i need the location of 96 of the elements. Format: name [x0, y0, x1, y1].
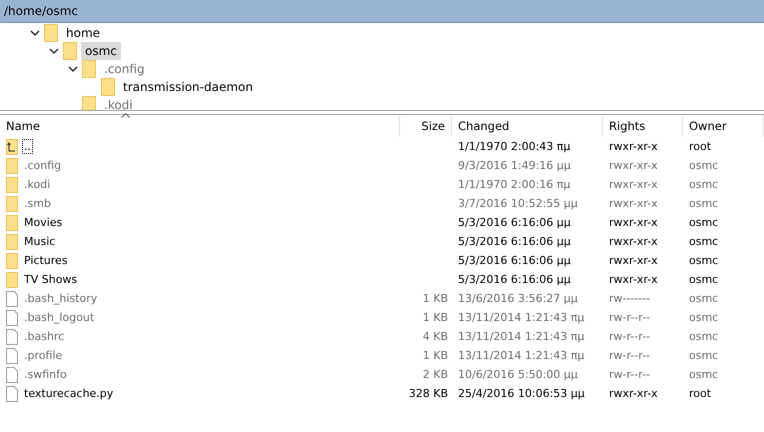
- chevron-icon[interactable]: [68, 64, 78, 74]
- table-cell: osmc: [689, 159, 718, 172]
- table-cell: osmc: [689, 254, 718, 267]
- table-cell: 5/3/2016 6:16:06 μμ: [458, 235, 571, 248]
- file-icon: [6, 290, 18, 306]
- file-icon: [6, 310, 18, 326]
- table-cell: 1/1/1970 2:00:43 πμ: [458, 140, 570, 153]
- file-name[interactable]: .swfinfo: [22, 367, 69, 382]
- tree-item[interactable]: .config: [100, 60, 149, 78]
- table-cell: osmc: [689, 216, 718, 229]
- file-icon: [6, 348, 18, 364]
- path-bar: /home/osmc: [0, 0, 764, 23]
- table-cell: rw-r--r--: [609, 311, 650, 324]
- table-cell: 13/11/2014 1:21:43 πμ: [458, 330, 584, 343]
- table-cell: osmc: [689, 273, 718, 286]
- table-cell: 1 KB: [422, 349, 448, 362]
- folder-icon: [6, 158, 18, 174]
- folder-icon: [82, 96, 96, 110]
- file-name[interactable]: .smb: [22, 196, 53, 211]
- parent-folder-icon: [6, 138, 18, 154]
- column-header[interactable]: Size: [400, 115, 452, 137]
- folder-icon: [6, 214, 18, 230]
- table-cell: root: [689, 140, 712, 153]
- file-name[interactable]: .bash_logout: [22, 310, 96, 325]
- table-cell: 10/6/2016 5:50:00 μμ: [458, 368, 578, 381]
- sort-caret-icon: [121, 113, 130, 118]
- folder-icon: [6, 176, 18, 192]
- table-cell: osmc: [689, 292, 718, 305]
- table-cell: rw-r--r--: [609, 330, 650, 343]
- file-name[interactable]: TV Shows: [22, 272, 80, 287]
- table-cell: osmc: [689, 197, 718, 210]
- file-name[interactable]: texturecache.py: [22, 386, 116, 401]
- table-cell: osmc: [689, 178, 718, 191]
- table-cell: 1 KB: [422, 292, 448, 305]
- table-cell: root: [689, 387, 712, 400]
- table-cell: rwxr-xr-x: [609, 140, 658, 153]
- table-cell: rwxr-xr-x: [609, 178, 658, 191]
- file-icon: [6, 366, 18, 382]
- folder-icon: [44, 24, 58, 42]
- table-cell: rwxr-xr-x: [609, 254, 658, 267]
- table-cell: 9/3/2016 1:49:16 μμ: [458, 159, 571, 172]
- table-cell: 5/3/2016 6:16:06 μμ: [458, 273, 571, 286]
- folder-icon: [6, 272, 18, 288]
- table-cell: rwxr-xr-x: [609, 159, 658, 172]
- table-cell: 1 KB: [422, 311, 448, 324]
- chevron-icon[interactable]: [30, 28, 40, 38]
- chevron-icon[interactable]: [49, 46, 59, 56]
- column-header[interactable]: Rights: [603, 115, 683, 137]
- folder-icon: [101, 78, 115, 96]
- table-cell: 13/11/2014 1:21:43 πμ: [458, 349, 584, 362]
- folder-icon: [6, 252, 18, 268]
- tree-item[interactable]: home: [62, 24, 104, 42]
- table-cell: rwxr-xr-x: [609, 216, 658, 229]
- table-cell: rw-r--r--: [609, 349, 650, 362]
- file-name[interactable]: Movies: [22, 215, 64, 230]
- table-cell: 1/1/1970 2:00:16 πμ: [458, 178, 570, 191]
- file-name[interactable]: Pictures: [22, 253, 70, 268]
- tree-item[interactable]: osmc: [81, 42, 121, 60]
- file-name[interactable]: .kodi: [22, 177, 52, 192]
- table-cell: 4 KB: [422, 330, 448, 343]
- column-header[interactable]: Changed: [452, 115, 603, 137]
- folder-icon: [6, 196, 18, 212]
- folder-icon: [82, 60, 96, 78]
- table-cell: 2 KB: [422, 368, 448, 381]
- table-cell: 3/7/2016 10:52:55 μμ: [458, 197, 578, 210]
- table-cell: 5/3/2016 6:16:06 μμ: [458, 216, 571, 229]
- table-cell: osmc: [689, 235, 718, 248]
- file-name[interactable]: .profile: [22, 348, 64, 363]
- table-cell: rwxr-xr-x: [609, 273, 658, 286]
- file-name[interactable]: .bash_history: [22, 291, 100, 306]
- table-cell: rwxr-xr-x: [609, 387, 658, 400]
- table-cell: rwxr-xr-x: [609, 235, 658, 248]
- folder-icon: [63, 42, 77, 60]
- file-icon: [6, 386, 18, 402]
- table-cell: rw-------: [609, 292, 650, 305]
- table-cell: 25/4/2016 10:06:53 μμ: [458, 387, 585, 400]
- table-cell: rw-r--r--: [609, 368, 650, 381]
- table-cell: 13/11/2014 1:21:43 πμ: [458, 311, 584, 324]
- table-cell: 5/3/2016 6:16:06 μμ: [458, 254, 571, 267]
- file-icon: [6, 328, 18, 344]
- table-cell: osmc: [689, 330, 718, 343]
- column-header[interactable]: Name: [0, 115, 400, 137]
- table-cell: rwxr-xr-x: [609, 197, 658, 210]
- column-header[interactable]: Owner: [683, 115, 764, 137]
- table-cell: osmc: [689, 349, 718, 362]
- tree-item[interactable]: transmission-daemon: [119, 78, 257, 96]
- file-name[interactable]: .bashrc: [22, 329, 66, 344]
- table-cell: 13/6/2016 3:56:27 μμ: [458, 292, 578, 305]
- tree-item[interactable]: .kodi: [100, 96, 137, 110]
- file-name[interactable]: Music: [22, 234, 58, 249]
- file-name[interactable]: ..: [22, 139, 33, 154]
- file-name[interactable]: .config: [22, 158, 64, 173]
- folder-icon: [6, 234, 18, 250]
- table-cell: 328 KB: [408, 387, 448, 400]
- table-cell: osmc: [689, 368, 718, 381]
- table-cell: osmc: [689, 311, 718, 324]
